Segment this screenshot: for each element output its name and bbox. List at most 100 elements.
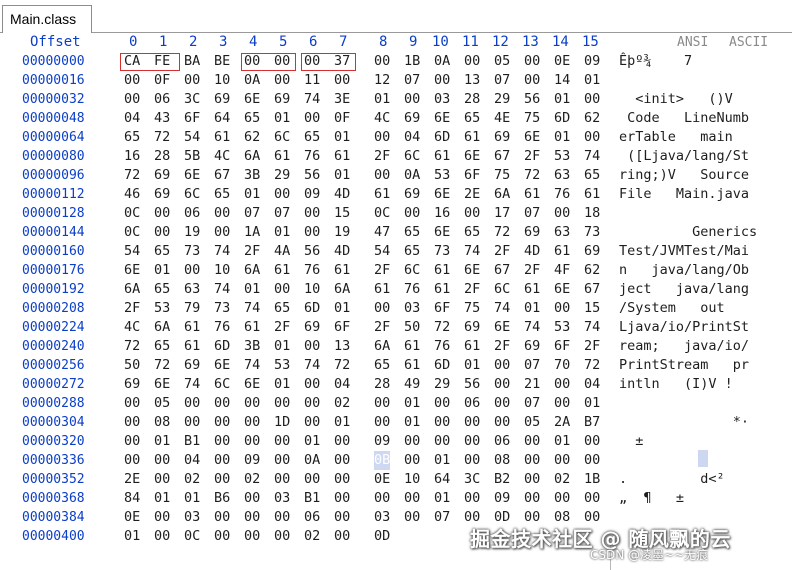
hex-byte[interactable]: 6F xyxy=(184,109,200,128)
hex-byte[interactable]: 72 xyxy=(524,166,540,185)
hex-byte[interactable]: 3B xyxy=(244,337,260,356)
hex-byte[interactable]: 64 xyxy=(434,470,450,489)
hex-byte[interactable]: 65 xyxy=(464,223,480,242)
hex-byte[interactable]: 53 xyxy=(554,147,570,166)
hex-byte[interactable]: 72 xyxy=(584,356,600,375)
hex-byte[interactable]: 02 xyxy=(334,394,350,413)
hex-byte[interactable]: 03 xyxy=(404,299,420,318)
hex-byte[interactable]: 0E xyxy=(374,470,390,489)
hex-byte[interactable]: 69 xyxy=(584,242,600,261)
hex-byte[interactable]: 00 xyxy=(524,451,540,470)
hex-byte[interactable]: 00 xyxy=(274,185,290,204)
hex-byte[interactable]: 61 xyxy=(274,147,290,166)
hex-byte[interactable]: 6C xyxy=(214,375,230,394)
hex-byte[interactable]: 10 xyxy=(304,280,320,299)
hex-byte[interactable]: 65 xyxy=(404,242,420,261)
hex-byte[interactable]: 2F xyxy=(584,337,600,356)
hex-byte[interactable]: 00 xyxy=(274,280,290,299)
hex-byte[interactable]: 4A xyxy=(274,242,290,261)
hex-byte[interactable]: 6F xyxy=(334,318,350,337)
hex-byte[interactable]: 53 xyxy=(434,166,450,185)
hex-byte[interactable]: 75 xyxy=(524,109,540,128)
hex-byte[interactable]: 76 xyxy=(304,261,320,280)
hex-byte[interactable]: B1 xyxy=(304,489,320,508)
hex-byte[interactable]: 79 xyxy=(184,299,200,318)
hex-byte[interactable]: 2F xyxy=(524,147,540,166)
hex-byte[interactable]: 76 xyxy=(404,280,420,299)
hex-byte[interactable]: 00 xyxy=(404,489,420,508)
hex-byte[interactable]: 6F xyxy=(464,166,480,185)
hex-byte[interactable]: 07 xyxy=(524,394,540,413)
hex-byte[interactable]: 70 xyxy=(554,356,570,375)
hex-byte[interactable]: 69 xyxy=(404,185,420,204)
hex-byte[interactable]: 61 xyxy=(584,185,600,204)
hex-byte[interactable]: 65 xyxy=(274,299,290,318)
hex-byte[interactable]: 2F xyxy=(374,147,390,166)
hex-byte[interactable]: 0C xyxy=(124,204,140,223)
hex-byte[interactable]: 00 xyxy=(554,394,570,413)
hex-byte[interactable]: 65 xyxy=(154,337,170,356)
hex-byte[interactable]: 00 xyxy=(274,470,290,489)
hex-byte[interactable]: 74 xyxy=(244,299,260,318)
hex-byte[interactable]: 65 xyxy=(124,128,140,147)
hex-byte[interactable]: 17 xyxy=(494,204,510,223)
hex-byte[interactable]: 02 xyxy=(244,470,260,489)
hex-byte[interactable]: 00 xyxy=(214,413,230,432)
hex-byte[interactable]: 00 xyxy=(124,71,140,90)
hex-byte[interactable]: 69 xyxy=(214,90,230,109)
hex-byte[interactable]: 00 xyxy=(304,337,320,356)
hex-byte[interactable]: 07 xyxy=(494,71,510,90)
hex-byte[interactable]: 00 xyxy=(244,432,260,451)
hex-byte[interactable]: 61 xyxy=(434,280,450,299)
hex-byte[interactable]: 73 xyxy=(184,242,200,261)
hex-byte[interactable]: 74 xyxy=(184,375,200,394)
hex-byte[interactable]: 61 xyxy=(184,318,200,337)
hex-byte[interactable]: 07 xyxy=(524,356,540,375)
hex-byte[interactable]: 0F xyxy=(154,71,170,90)
hex-byte[interactable]: 00 xyxy=(404,451,420,470)
hex-byte[interactable]: 05 xyxy=(524,413,540,432)
hex-byte[interactable]: 56 xyxy=(304,166,320,185)
hex-byte[interactable]: 01 xyxy=(334,128,350,147)
hex-byte[interactable]: 00 xyxy=(584,451,600,470)
hex-byte[interactable]: 69 xyxy=(154,185,170,204)
hex-byte[interactable]: 6E xyxy=(154,375,170,394)
hex-byte[interactable]: 00 xyxy=(154,451,170,470)
hex-byte[interactable]: 2E xyxy=(124,470,140,489)
hex-byte[interactable]: 0D xyxy=(374,527,390,546)
hex-byte[interactable]: 6A xyxy=(334,280,350,299)
hex-byte[interactable]: 00 xyxy=(244,527,260,546)
hex-byte[interactable]: 69 xyxy=(404,109,420,128)
hex-byte[interactable]: 1B xyxy=(584,470,600,489)
hex-byte[interactable]: 00 xyxy=(304,204,320,223)
hex-byte[interactable]: 69 xyxy=(494,128,510,147)
hex-byte[interactable]: 62 xyxy=(584,109,600,128)
hex-byte[interactable]: 6E xyxy=(494,318,510,337)
hex-byte[interactable]: 01 xyxy=(244,280,260,299)
hex-byte[interactable]: 0A xyxy=(244,71,260,90)
hex-byte[interactable]: 05 xyxy=(154,394,170,413)
hex-byte[interactable]: 00 xyxy=(334,470,350,489)
hex-byte[interactable]: 67 xyxy=(584,280,600,299)
hex-byte[interactable]: 6E xyxy=(434,109,450,128)
hex-byte[interactable]: 00 xyxy=(434,432,450,451)
hex-byte[interactable]: 13 xyxy=(464,71,480,90)
hex-byte[interactable]: 0F xyxy=(334,109,350,128)
hex-byte[interactable]: 6A xyxy=(154,318,170,337)
hex-byte[interactable]: 00 xyxy=(244,394,260,413)
hex-byte[interactable]: 01 xyxy=(304,432,320,451)
hex-byte[interactable]: 6E xyxy=(124,261,140,280)
hex-byte[interactable]: 08 xyxy=(154,413,170,432)
hex-byte[interactable]: 09 xyxy=(374,432,390,451)
hex-byte[interactable]: 74 xyxy=(584,318,600,337)
hex-byte[interactable]: 00 xyxy=(214,508,230,527)
hex-byte[interactable]: 05 xyxy=(494,52,510,71)
hex-byte[interactable]: 6A xyxy=(244,261,260,280)
hex-byte[interactable]: 00 xyxy=(434,71,450,90)
hex-byte[interactable]: 29 xyxy=(274,166,290,185)
hex-byte[interactable]: 6F xyxy=(434,299,450,318)
hex-byte[interactable]: 01 xyxy=(274,337,290,356)
hex-byte[interactable]: 4C xyxy=(124,318,140,337)
hex-byte[interactable]: 01 xyxy=(404,413,420,432)
hex-byte[interactable]: 6A xyxy=(374,337,390,356)
